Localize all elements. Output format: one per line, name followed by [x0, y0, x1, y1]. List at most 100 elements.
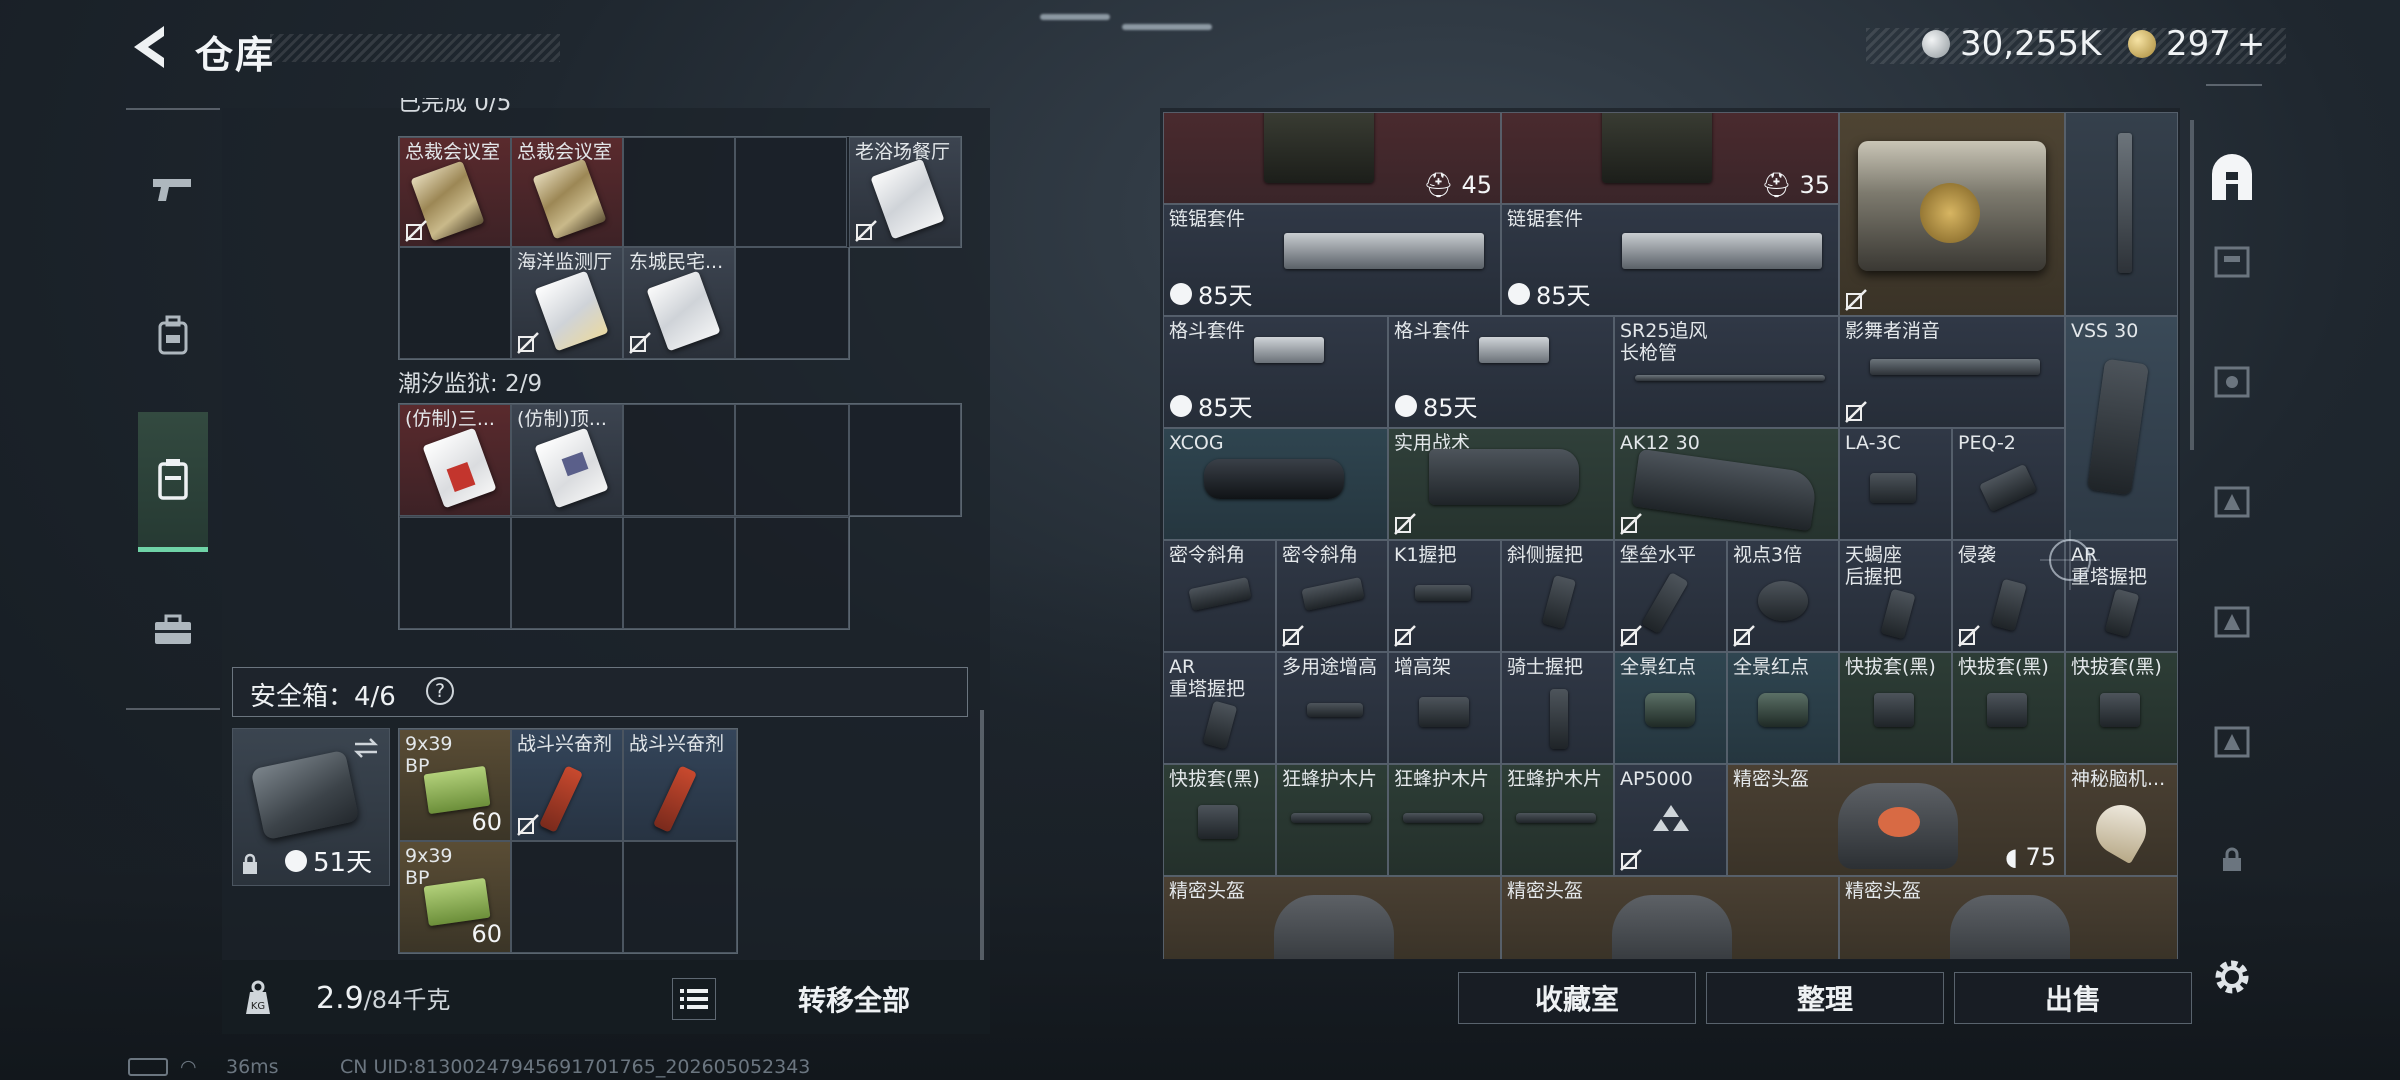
- helmet-item[interactable]: 精密头盔: [1839, 876, 2178, 959]
- nav-locked-tab[interactable]: [2200, 828, 2264, 892]
- armor-vest-item[interactable]: ⛑ 45: [1163, 112, 1501, 204]
- empty-slot[interactable]: [849, 404, 961, 516]
- list-view-button[interactable]: [672, 978, 716, 1020]
- empty-slot[interactable]: [735, 247, 849, 359]
- handguard-item[interactable]: 狂蜂护木片: [1276, 764, 1388, 876]
- loot-case-item[interactable]: [1839, 112, 2065, 316]
- stimulant-item[interactable]: 战斗兴奋剂: [623, 729, 737, 841]
- magazine-item[interactable]: AK12 30: [1614, 428, 1839, 540]
- keycard-item[interactable]: 总裁会议室: [511, 137, 623, 247]
- empty-slot[interactable]: [735, 137, 847, 247]
- coin-amount: 30,255K: [1960, 24, 2102, 64]
- nav-toolbox[interactable]: [138, 590, 208, 670]
- nav-all-storage[interactable]: [2200, 148, 2264, 212]
- grip-item[interactable]: AR 重塔握把: [1163, 652, 1276, 764]
- empty-slot[interactable]: [399, 517, 511, 629]
- empty-slot[interactable]: [399, 247, 511, 359]
- collection-room-button[interactable]: 收藏室: [1458, 972, 1696, 1024]
- currency-gold[interactable]: 297 +: [2128, 24, 2265, 64]
- quick-draw-item[interactable]: 快拔套(黑): [2065, 652, 2178, 764]
- add-currency-button[interactable]: +: [2237, 24, 2266, 64]
- exhibit-item[interactable]: (仿制)顶...: [511, 404, 623, 516]
- handguard-item[interactable]: 狂蜂护木片: [1388, 764, 1501, 876]
- chainsaw-kit-item[interactable]: 链锯套件 85天: [1163, 204, 1501, 316]
- barrel-image: [1635, 375, 1825, 381]
- sell-button[interactable]: 出售: [1954, 972, 2192, 1024]
- nav-storage-tab[interactable]: [2200, 228, 2264, 292]
- exhibit-item[interactable]: (仿制)三...: [399, 404, 511, 516]
- grip-item[interactable]: 密令斜角: [1276, 540, 1388, 652]
- ammo-item[interactable]: 9x39 BP 60: [399, 729, 511, 841]
- barrel-item[interactable]: SR25追风 长枪管: [1614, 316, 1839, 428]
- nav-storage-tab[interactable]: [2200, 588, 2264, 652]
- empty-slot[interactable]: [511, 517, 623, 629]
- nav-storage-tab[interactable]: [2200, 348, 2264, 412]
- nav-weapons[interactable]: [138, 150, 208, 230]
- keycard-item[interactable]: 总裁会议室: [399, 137, 511, 247]
- scope-item[interactable]: 视点3倍: [1727, 540, 1839, 652]
- safebox-help-button[interactable]: ?: [426, 677, 454, 705]
- grip-item[interactable]: 密令斜角: [1163, 540, 1276, 652]
- nav-equipment[interactable]: [138, 295, 208, 375]
- grip-item[interactable]: K1握把: [1388, 540, 1501, 652]
- brain-chip-item[interactable]: 神秘脑机...: [2065, 764, 2178, 876]
- armor-vest-item[interactable]: ⛑ 35: [1501, 112, 1839, 204]
- suppressor-item[interactable]: 影舞者消音: [1839, 316, 2065, 428]
- stimulant-item[interactable]: 战斗兴奋剂: [511, 729, 623, 841]
- quick-draw-item[interactable]: 快拔套(黑): [1952, 652, 2065, 764]
- empty-slot[interactable]: [511, 841, 623, 953]
- empty-slot[interactable]: [735, 404, 849, 516]
- melee-kit-item[interactable]: 格斗套件 85天: [1163, 316, 1388, 428]
- back-arrow-icon[interactable]: [128, 22, 172, 72]
- grip-item[interactable]: 骑士握把: [1501, 652, 1614, 764]
- helmet-item[interactable]: 精密头盔: [1163, 876, 1501, 959]
- nav-storage-tab[interactable]: [2200, 468, 2264, 532]
- quick-draw-item[interactable]: 快拔套(黑): [1163, 764, 1276, 876]
- swap-icon[interactable]: [351, 735, 381, 761]
- empty-slot[interactable]: [735, 517, 849, 629]
- laser-item[interactable]: LA-3C: [1839, 428, 1952, 540]
- nav-storage[interactable]: [138, 412, 208, 552]
- empty-slot[interactable]: [623, 841, 737, 953]
- laser-item[interactable]: PEQ-2: [1952, 428, 2065, 540]
- empty-slot[interactable]: [623, 517, 735, 629]
- ap5000-item[interactable]: AP5000: [1614, 764, 1727, 876]
- grip-item[interactable]: 斜侧握把: [1501, 540, 1614, 652]
- weight-value: 2.9: [316, 981, 364, 1016]
- empty-slot[interactable]: [623, 137, 735, 247]
- brain-chip-image: [2086, 795, 2156, 865]
- settings-button[interactable]: [2200, 945, 2264, 1009]
- keycard-item[interactable]: 老浴场餐厅: [849, 137, 961, 247]
- scope-item[interactable]: XCOG: [1163, 428, 1388, 540]
- keycard-item[interactable]: 东城民宅...: [623, 247, 735, 359]
- keycard-item[interactable]: 海洋监测厅: [511, 247, 623, 359]
- case-lock-image: [1920, 183, 1980, 243]
- nav-storage-tab[interactable]: [2200, 708, 2264, 772]
- ammo-item[interactable]: 9x39 BP 60: [399, 841, 511, 953]
- left-scrollbar[interactable]: [980, 710, 984, 960]
- quick-draw-item[interactable]: 快拔套(黑): [1839, 652, 1952, 764]
- grip-item[interactable]: 天蝎座 后握把: [1839, 540, 1952, 652]
- helmet-item[interactable]: 精密头盔 ◖ 75: [1727, 764, 2065, 876]
- grip-image: [1415, 585, 1471, 601]
- grip-item[interactable]: 堡垒水平: [1614, 540, 1727, 652]
- empty-slot[interactable]: [623, 404, 735, 516]
- injector-image: [652, 765, 698, 833]
- magazine-item[interactable]: VSS 30: [2065, 316, 2178, 540]
- timer-text: 85天: [1423, 394, 1478, 422]
- handguard-item[interactable]: 狂蜂护木片: [1501, 764, 1614, 876]
- red-dot-item[interactable]: 全景红点: [1614, 652, 1727, 764]
- transfer-all-button[interactable]: 转移全部: [740, 978, 968, 1020]
- safebox-container[interactable]: 51天: [232, 728, 390, 886]
- riser-item[interactable]: 增高架: [1388, 652, 1501, 764]
- sort-button[interactable]: 整理: [1706, 972, 1944, 1024]
- helmet-item[interactable]: 精密头盔: [1501, 876, 1839, 959]
- rifle-part-item[interactable]: [2065, 112, 2178, 316]
- storage-box-icon: [158, 458, 188, 500]
- right-scrollbar[interactable]: [2190, 120, 2194, 450]
- chainsaw-kit-item[interactable]: 链锯套件 85天: [1501, 204, 1839, 316]
- red-dot-item[interactable]: 全景红点: [1727, 652, 1839, 764]
- melee-kit-item[interactable]: 格斗套件 85天: [1388, 316, 1614, 428]
- stock-item[interactable]: 实用战术: [1388, 428, 1614, 540]
- riser-item[interactable]: 多用途增高: [1276, 652, 1388, 764]
